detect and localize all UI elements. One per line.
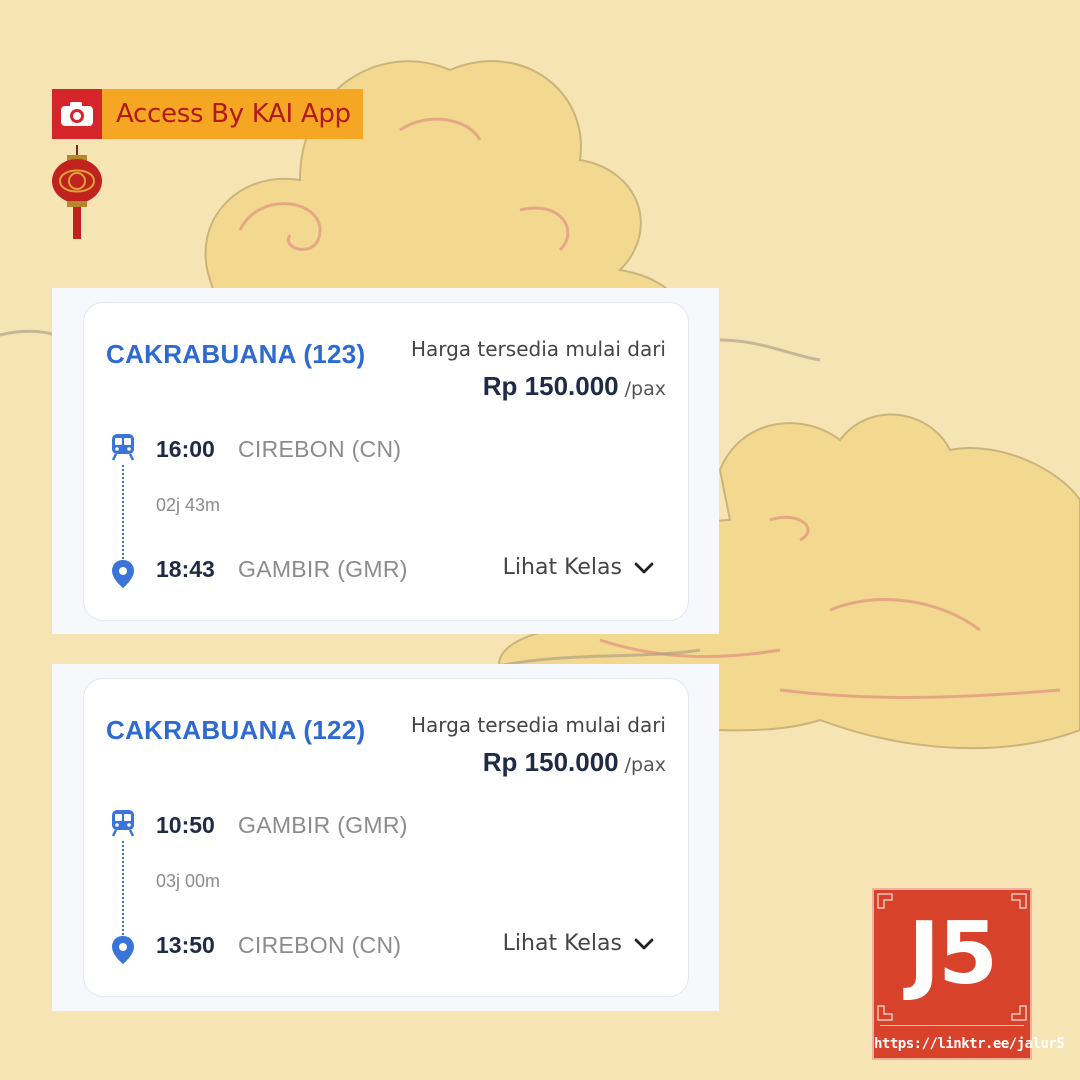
train-icon [111,433,135,466]
price-value: Rp 150.000 [482,371,619,401]
price-row: Rp 150.000 /pax [483,747,666,778]
arrive-station: CIREBON (CN) [238,932,402,958]
depart-station: GAMBIR (GMR) [238,812,408,838]
train-card[interactable]: CAKRABUANA (123) Harga tersedia mulai da… [83,302,689,621]
view-class-label: Lihat Kelas [502,931,622,956]
price-value: Rp 150.000 [482,747,619,777]
access-badge: Access By KAI App [52,89,363,139]
view-class-button[interactable]: Lihat Kelas [503,931,654,956]
logo-divider [880,1025,1024,1026]
price-unit: /pax [624,378,666,400]
route-line [122,465,124,559]
chevron-down-icon [634,562,654,573]
trip-duration: 02j 43m [156,495,221,515]
jalur5-logo: J5 https://linktr.ee/jalur5 [872,888,1065,1060]
arrive-time: 18:43 [156,556,215,582]
price-note: Harga tersedia mulai dari [410,337,666,361]
logo-url: https://linktr.ee/jalur5 [874,1036,1065,1052]
train-name: CAKRABUANA (123) [106,339,366,369]
depart-time: 16:00 [156,436,215,462]
depart-station: CIREBON (CN) [238,436,402,462]
route-line [122,841,124,935]
view-class-button[interactable]: Lihat Kelas [503,555,654,580]
camera-icon [52,89,102,139]
location-pin-icon [111,935,135,970]
price-note: Harga tersedia mulai dari [410,713,666,737]
train-result-panel-2: CAKRABUANA (122) Harga tersedia mulai da… [52,664,719,1011]
price-unit: /pax [624,754,666,776]
view-class-label: Lihat Kelas [502,555,622,580]
train-name: CAKRABUANA (122) [106,715,366,745]
arrive-time: 13:50 [156,932,215,958]
train-icon [111,809,135,842]
arrive-station: GAMBIR (GMR) [238,556,408,582]
train-result-panel-1: CAKRABUANA (123) Harga tersedia mulai da… [52,288,719,634]
logo-text: J5 [908,904,998,1004]
location-pin-icon [111,559,135,594]
trip-duration: 03j 00m [156,871,221,891]
chevron-down-icon [634,938,654,949]
train-card[interactable]: CAKRABUANA (122) Harga tersedia mulai da… [83,678,689,997]
price-row: Rp 150.000 /pax [483,371,666,402]
lantern-icon [50,145,104,250]
badge-label: Access By KAI App [102,89,363,139]
depart-time: 10:50 [156,812,215,838]
